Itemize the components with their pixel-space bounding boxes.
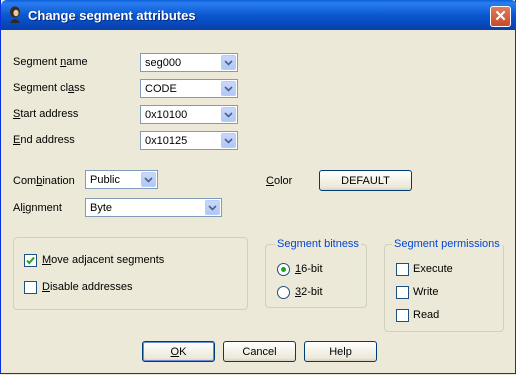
bitness-16-label[interactable]: 16-bit <box>295 263 323 275</box>
start-address-combo[interactable]: 0x10100 <box>140 105 238 124</box>
disable-addresses-checkbox[interactable] <box>24 281 37 294</box>
cancel-button-label: Cancel <box>242 345 277 358</box>
segment-name-combo[interactable]: seg000 <box>140 53 238 72</box>
end-address-label: End address <box>13 134 75 146</box>
chevron-down-icon[interactable] <box>205 200 220 215</box>
dialog-window: Change segment attributes ✕ Segment name… <box>0 0 516 374</box>
segment-class-combo[interactable]: CODE <box>140 79 238 98</box>
close-icon: ✕ <box>494 8 507 25</box>
segment-name-value: seg000 <box>145 57 182 69</box>
checkmark-icon <box>26 256 35 265</box>
move-adjacent-checkbox[interactable] <box>24 254 37 267</box>
alignment-label: Alignment <box>13 202 62 214</box>
bitness-32-label[interactable]: 32-bit <box>295 286 323 298</box>
app-icon <box>10 6 20 23</box>
chevron-down-icon[interactable] <box>141 172 156 187</box>
bitness-32-radio[interactable] <box>277 286 290 299</box>
disable-addresses-label[interactable]: Disable addresses <box>42 281 133 293</box>
close-button[interactable]: ✕ <box>490 6 511 27</box>
color-label: Color <box>266 175 293 187</box>
radio-selected-icon <box>281 267 286 272</box>
help-button-label: Help <box>329 345 352 358</box>
segment-bitness-group: Segment bitness 16-bit 32-bit <box>265 238 367 308</box>
write-label[interactable]: Write <box>413 286 438 298</box>
segment-permissions-group: Segment permissions Execute Write Read <box>384 238 504 332</box>
execute-label[interactable]: Execute <box>413 263 453 275</box>
color-button-label: DEFAULT <box>341 174 390 187</box>
chevron-down-icon[interactable] <box>221 81 236 96</box>
end-address-combo[interactable]: 0x10125 <box>140 131 238 150</box>
segment-name-label: Segment name <box>13 56 88 68</box>
bitness-16-radio[interactable] <box>277 263 290 276</box>
start-address-label: Start address <box>13 108 79 120</box>
cancel-button[interactable]: Cancel <box>223 341 296 362</box>
combination-combo[interactable]: Public <box>85 170 158 189</box>
options-group: Move adjacent segments Disable addresses <box>13 237 248 310</box>
chevron-down-icon[interactable] <box>221 133 236 148</box>
write-checkbox[interactable] <box>396 286 409 299</box>
combination-label: Combination <box>13 175 75 187</box>
ok-button[interactable]: OK <box>142 341 215 362</box>
chevron-down-icon[interactable] <box>221 107 236 122</box>
chevron-down-icon[interactable] <box>221 55 236 70</box>
end-address-value: 0x10125 <box>145 135 188 147</box>
execute-checkbox[interactable] <box>396 263 409 276</box>
title-bar[interactable]: Change segment attributes ✕ <box>1 0 516 30</box>
segment-permissions-title: Segment permissions <box>392 238 502 250</box>
window-title: Change segment attributes <box>28 8 196 23</box>
alignment-combo[interactable]: Byte <box>85 198 222 217</box>
start-address-value: 0x10100 <box>145 109 188 121</box>
combination-value: Public <box>90 174 120 186</box>
move-adjacent-label[interactable]: Move adjacent segments <box>42 254 164 266</box>
read-checkbox[interactable] <box>396 309 409 322</box>
color-button[interactable]: DEFAULT <box>319 170 412 191</box>
segment-class-label: Segment class <box>13 82 86 94</box>
alignment-value: Byte <box>90 202 113 214</box>
ok-button-label: OK <box>170 345 187 358</box>
segment-class-value: CODE <box>145 83 177 95</box>
read-label[interactable]: Read <box>413 309 439 321</box>
help-button[interactable]: Help <box>304 341 377 362</box>
segment-bitness-title: Segment bitness <box>275 238 361 250</box>
